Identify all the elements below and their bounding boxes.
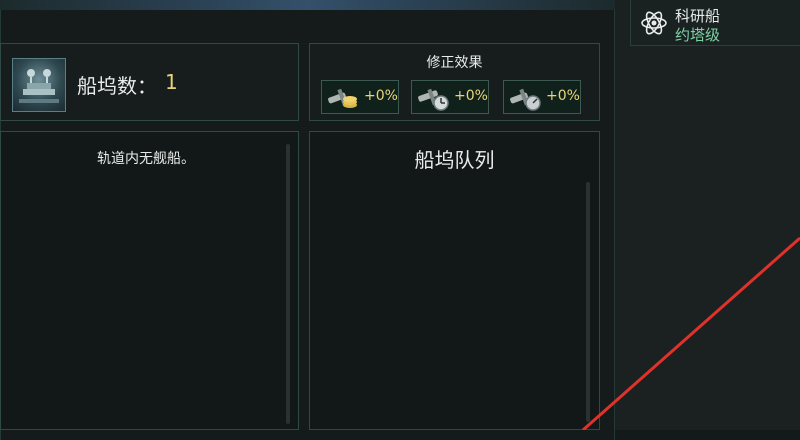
- credits-hammer-icon: [328, 88, 357, 108]
- time-hammer-icon: [418, 88, 449, 111]
- atom-icon: [641, 11, 667, 35]
- dock-icon: [12, 58, 66, 112]
- ship-name-label: 约塔级: [675, 26, 721, 44]
- modifiers-panel: 修正效果 +0% +0% +0%: [309, 43, 600, 121]
- orbit-ships-panel: 轨道内无舰船。: [0, 131, 299, 430]
- header-banner-edge: [0, 0, 615, 10]
- right-background: [615, 0, 800, 430]
- orbit-scrollbar[interactable]: [286, 144, 290, 424]
- modifier-speed[interactable]: +0%: [503, 80, 581, 114]
- orbit-empty-message: 轨道内无舰船。: [97, 151, 195, 167]
- ship-type-label: 科研船: [675, 7, 721, 25]
- selected-ship-card[interactable]: 科研船 约塔级: [630, 0, 800, 46]
- modifier-speed-value: +0%: [546, 88, 580, 104]
- modifier-cost[interactable]: +0%: [321, 80, 399, 114]
- queue-scrollbar[interactable]: [586, 182, 590, 422]
- speed-hammer-icon: [510, 88, 541, 111]
- dock-count-panel: 船坞数： 1: [0, 43, 299, 121]
- dock-queue-panel: 船坞队列: [309, 131, 600, 430]
- modifier-cost-value: +0%: [364, 88, 398, 104]
- modifiers-title: 修正效果: [426, 55, 483, 71]
- modifier-time[interactable]: +0%: [411, 80, 489, 114]
- dock-count-value: 1: [165, 70, 178, 94]
- dock-queue-title: 船坞队列: [414, 148, 495, 172]
- dock-count-label: 船坞数：: [77, 74, 157, 98]
- modifier-time-value: +0%: [454, 88, 488, 104]
